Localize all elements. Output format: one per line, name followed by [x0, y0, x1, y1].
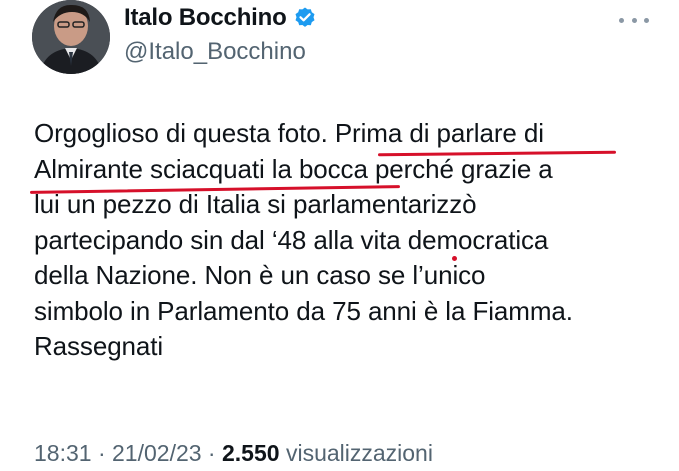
author-name-row: Italo Bocchino — [124, 4, 317, 32]
annotation-mark — [452, 256, 457, 261]
views-label: visualizzazioni — [279, 440, 433, 466]
tweet-text-line: Orgoglioso di questa foto. Prima di parl… — [34, 118, 544, 148]
views-count: 2.550 — [222, 440, 280, 466]
meta-separator: · — [201, 440, 222, 466]
avatar[interactable] — [32, 0, 110, 74]
tweet-text-line: della Nazione. Non è un caso se l’unico — [34, 260, 486, 290]
tweet-card: Italo Bocchino @Italo_Bocchino Orgoglios… — [0, 0, 679, 471]
avatar-image — [32, 0, 110, 74]
author-display-name[interactable]: Italo Bocchino — [124, 4, 287, 32]
more-options-icon[interactable] — [619, 10, 649, 30]
tweet-time[interactable]: 18:31 — [34, 440, 92, 466]
tweet-text-line: simbolo in Parlamento da 75 anni è la Fi… — [34, 295, 573, 326]
verified-badge-icon — [293, 6, 317, 30]
tweet-date[interactable]: 21/02/23 — [112, 440, 202, 466]
author-handle[interactable]: @Italo_Bocchino — [124, 38, 306, 66]
tweet-text-line: Rassegnati — [34, 331, 164, 361]
tweet-text-line: Almirante sciacquati la bocca perché gra… — [34, 153, 553, 184]
tweet-meta: 18:31 · 21/02/23 · 2.550 visualizzazioni — [34, 440, 433, 467]
meta-separator: · — [91, 440, 113, 466]
tweet-text-line: partecipando sin dal ‘48 alla vita democ… — [34, 224, 549, 255]
